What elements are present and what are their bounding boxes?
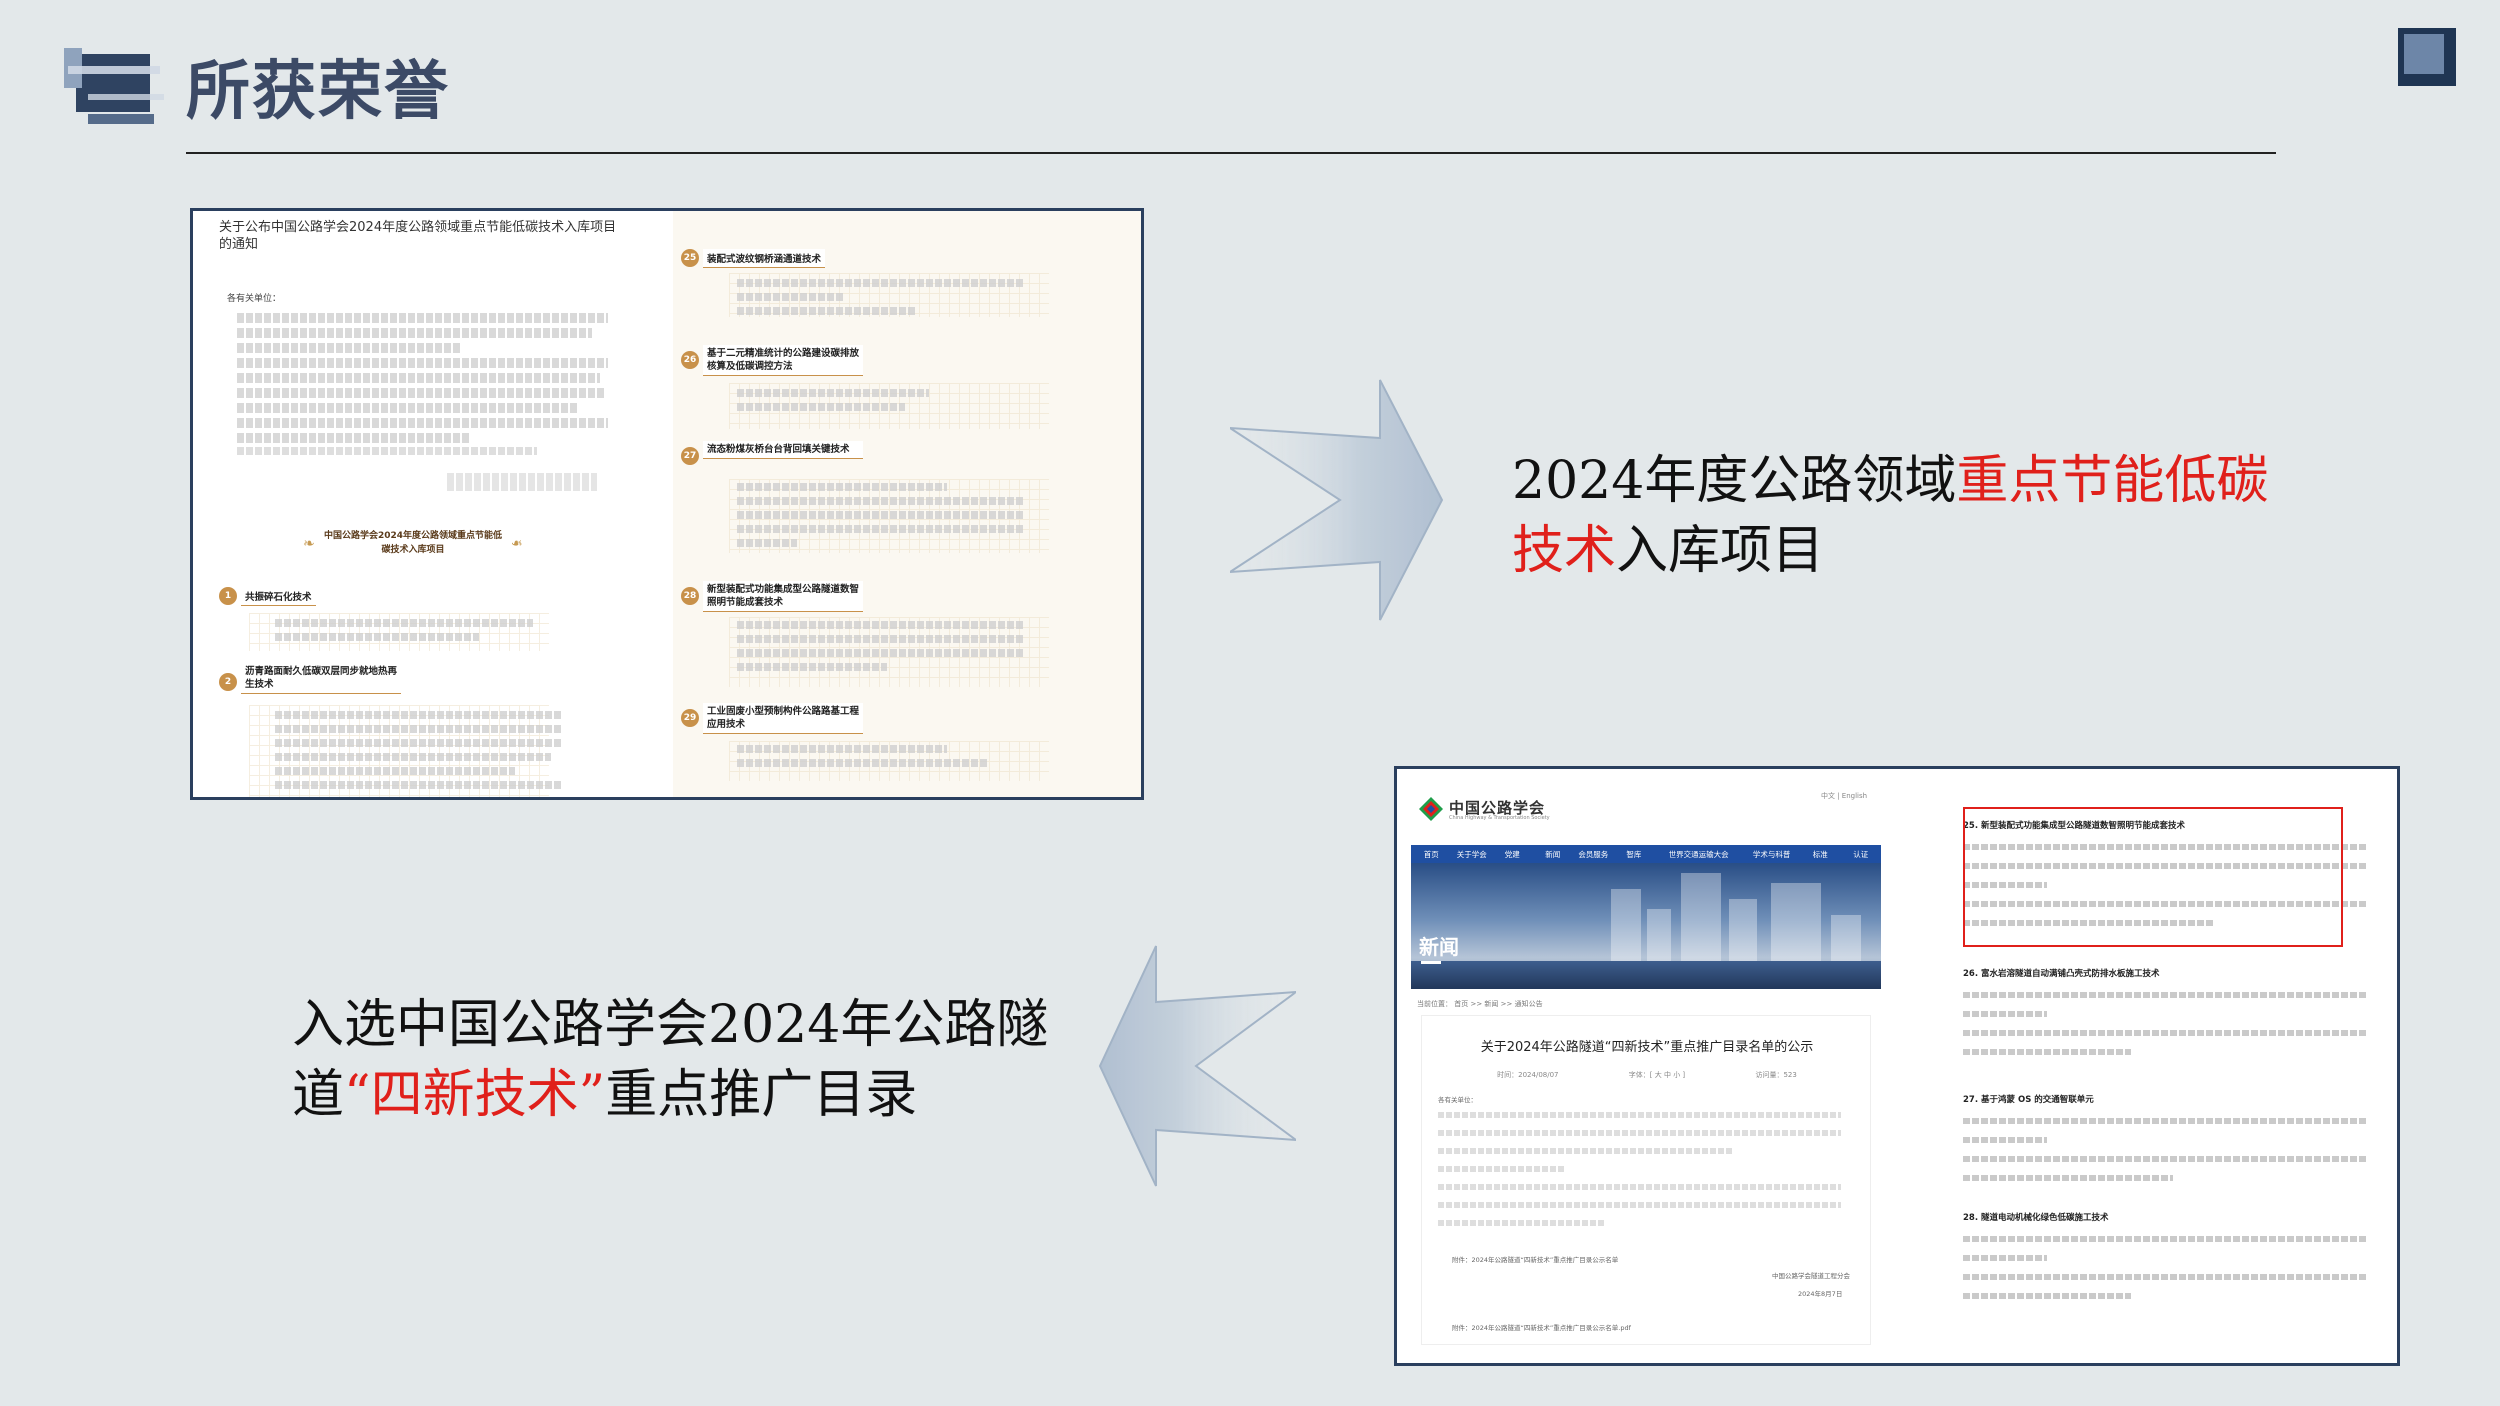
article: 关于2024年公路隧道“四新技术”重点推广目录名单的公示 时间：2024/08/… (1421, 1015, 1871, 1345)
nav-item: 关于学会 (1456, 849, 1487, 859)
item-number: 25 (681, 249, 699, 267)
attachment-label: 附件：2024年公路隧道“四新技术”重点推广目录公示名单 (1452, 1256, 1619, 1264)
item-name: 装配式波纹钢桥涵通道技术 (703, 249, 826, 268)
item-number: 2 (219, 673, 237, 691)
list-item-title: 27. 基于鸿蒙 OS 的交通智联单元 (1963, 1095, 2094, 1105)
nav-item: 认证 (1853, 849, 1869, 859)
notice-body (237, 313, 623, 448)
item-name: 工业固废小型预制构件公路路基工程应用技术 (703, 703, 863, 734)
nav-item: 会员服务 (1578, 849, 1609, 859)
website-screenshot-card: 中国公路学会 China Highway & Transportation So… (1394, 766, 2400, 1366)
notice-right-column: 25 装配式波纹钢桥涵通道技术 26 基于二元精准统计的公路建设碳排放核算及低碳… (673, 211, 1141, 797)
item-number: 1 (219, 587, 237, 605)
website-page: 中国公路学会 China Highway & Transportation So… (1411, 781, 1881, 1351)
item-name: 沥青路面耐久低碳双层同步就地热再生技术 (241, 663, 401, 694)
caption-four-new-tech: 入选中国公路学会2024年公路隧道“四新技术”重点推广目录 (292, 990, 1052, 1130)
corner-square-icon (2398, 28, 2456, 86)
notice-title: 关于公布中国公路学会2024年度公路领域重点节能低碳技术入库项目的通知 (219, 220, 617, 252)
arrow-left-icon (1098, 945, 1296, 1187)
caption-energy-saving: 2024年度公路领域重点节能低碳技术入库项目 (1512, 446, 2292, 586)
logo-mark-icon (64, 48, 164, 124)
notice-screenshot-card: 关于公布中国公路学会2024年度公路领域重点节能低碳技术入库项目的通知 各有关单… (190, 208, 1144, 800)
view-count: 访问量：523 (1755, 1071, 1797, 1079)
highlight-box (1963, 807, 2343, 947)
title-divider (186, 152, 2276, 154)
society-logo-icon (1419, 797, 1443, 821)
list-item-title: 28. 隧道电动机械化绿色低碳施工技术 (1963, 1213, 2109, 1223)
nav-item: 新闻 (1545, 849, 1561, 859)
item-number: 26 (681, 351, 699, 369)
item-name: 新型装配式功能集成型公路隧道数智照明节能成套技术 (703, 581, 863, 612)
article-title: 关于2024年公路隧道“四新技术”重点推广目录名单的公示 (1480, 1040, 1814, 1055)
breadcrumb: 当前位置： 首页 >> 新闻 >> 通知公告 (1417, 1000, 1543, 1008)
nav-item: 学术与科普 (1752, 849, 1791, 859)
font-size-control: 字体：[ 大 中 小 ] (1628, 1071, 1686, 1079)
article-body: 各有关单位： (1438, 1094, 1858, 1238)
nav-item: 首页 (1423, 849, 1439, 859)
list-item: 27. 基于鸿蒙 OS 的交通智联单元 (1963, 1093, 2383, 1181)
notice-greeting: 各有关单位： (227, 294, 282, 304)
attachment-link[interactable]: 附件：2024年公路隧道“四新技术”重点推广目录公示名单.pdf (1452, 1322, 1631, 1332)
hero-banner: 新闻 (1411, 863, 1881, 989)
arrow-right-icon (1230, 379, 1444, 621)
language-switch: 中文 | English (1821, 792, 1868, 800)
nav-item: 党建 (1504, 849, 1520, 859)
item-name: 流态粉煤灰桥台台背回填关键技术 (703, 441, 863, 459)
article-meta: 时间：2024/08/07 字体：[ 大 中 小 ] 访问量：523 (1422, 1070, 1872, 1080)
slide: 所获荣誉 关于公布中国公路学会2024年度公路领域重点节能低碳技术入库项目的通知… (0, 0, 2500, 1406)
article-greeting: 各有关单位： (1438, 1096, 1477, 1104)
caption-highlight: “四新技术” (344, 1065, 606, 1125)
item-name: 共振碎石化技术 (241, 587, 316, 606)
item-number: 27 (681, 447, 699, 465)
hero-label: 新闻 (1419, 935, 1459, 959)
list-item-title: 26. 富水岩溶隧道自动满铺凸壳式防排水板施工技术 (1963, 969, 2160, 979)
notice-banner: 中国公路学会2024年度公路领域重点节能低碳技术入库项目 (303, 529, 503, 563)
nav-item: 智库 (1626, 849, 1642, 859)
signature-org: 中国公路学会隧道工程分会 (1772, 1272, 1850, 1280)
caption-text: 2024年度公路领域 (1512, 451, 1957, 511)
nav-item: 标准 (1812, 849, 1828, 859)
caption-text: 入库项目 (1616, 521, 1825, 581)
signature-date: 2024年8月7日 (1798, 1290, 1843, 1298)
item-number: 28 (681, 587, 699, 605)
nav-item: 世界交通运输大会 (1668, 849, 1729, 859)
page-title: 所获荣誉 (186, 55, 450, 129)
list-item: 28. 隧道电动机械化绿色低碳施工技术 (1963, 1211, 2383, 1299)
article-date: 时间：2024/08/07 (1497, 1071, 1559, 1079)
notice-signature (447, 473, 597, 491)
list-item: 26. 富水岩溶隧道自动满铺凸壳式防排水板施工技术 (1963, 967, 2383, 1055)
site-subname: China Highway & Transportation Society (1449, 815, 1550, 821)
site-logo: 中国公路学会 China Highway & Transportation So… (1417, 795, 1557, 825)
item-name: 基于二元精准统计的公路建设碳排放核算及低碳调控方法 (703, 345, 863, 376)
notice-left-column: 关于公布中国公路学会2024年度公路领域重点节能低碳技术入库项目的通知 各有关单… (193, 211, 633, 797)
item-number: 29 (681, 709, 699, 727)
notice-attachment (237, 447, 537, 455)
site-nav: 首页 关于学会 党建 新闻 会员服务 智库 世界交通运输大会 学术与科普 标准 … (1411, 845, 1881, 863)
caption-text: 重点推广目录 (605, 1065, 918, 1125)
